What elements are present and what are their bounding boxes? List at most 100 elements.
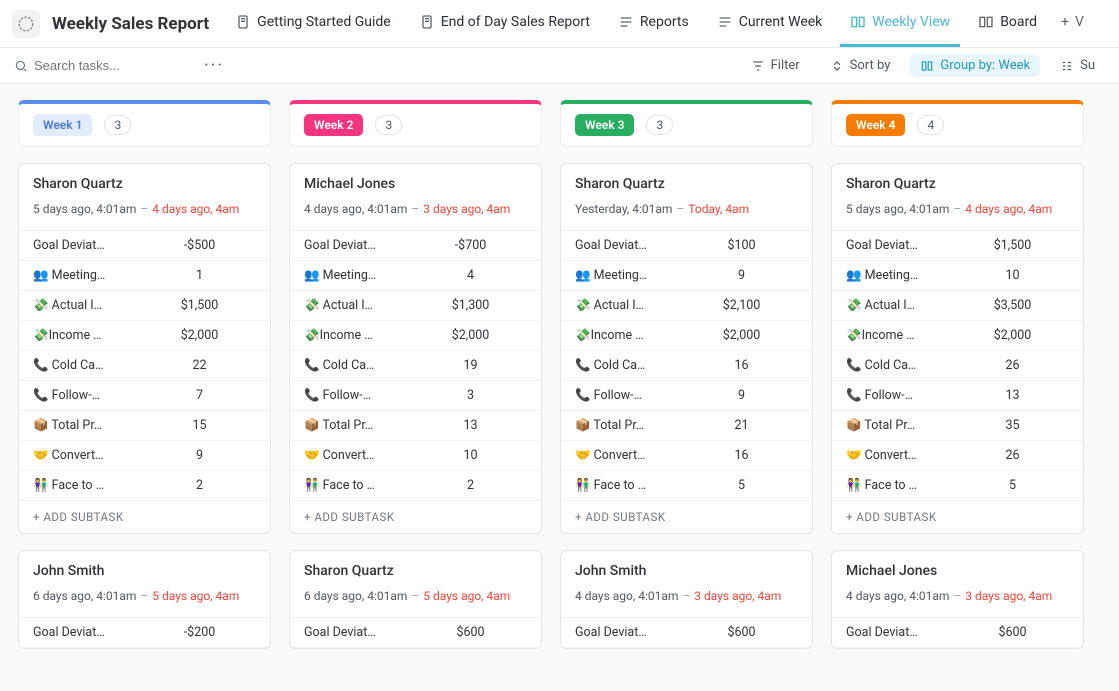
field-row-convert[interactable]: 🤝 Convert…16	[561, 441, 812, 471]
add-view-button[interactable]: + V	[1055, 1, 1090, 47]
field-value: 13	[956, 388, 1069, 403]
field-row-convert[interactable]: 🤝 Convert…10	[290, 441, 541, 471]
task-card[interactable]: Sharon Quartz5 days ago, 4:01am–4 days a…	[18, 163, 271, 534]
field-row-face[interactable]: 👫 Face to …2	[19, 471, 270, 501]
field-row-actual[interactable]: 💸 Actual I…$1,500	[19, 291, 270, 321]
task-card[interactable]: Sharon Quartz6 days ago, 4:01am–5 days a…	[289, 550, 542, 649]
field-value: 2	[143, 478, 256, 493]
start-date: 6 days ago, 4:01am	[33, 589, 136, 603]
task-card[interactable]: Michael Jones4 days ago, 4:01am–3 days a…	[831, 550, 1084, 649]
field-row-meetings[interactable]: 👥 Meeting…4	[290, 261, 541, 291]
end-date: 3 days ago, 4am	[694, 589, 781, 603]
column-header[interactable]: Week 13	[18, 100, 271, 147]
field-value: 9	[143, 448, 256, 463]
dates: 4 days ago, 4:01am–3 days ago, 4am	[846, 589, 1069, 603]
workspace-logo[interactable]	[12, 10, 40, 38]
column-header[interactable]: Week 23	[289, 100, 542, 147]
field-row-convert[interactable]: 🤝 Convert…9	[19, 441, 270, 471]
field-label: 👫 Face to …	[304, 478, 414, 493]
field-row-cold[interactable]: 📞 Cold Ca…22	[19, 351, 270, 381]
field-label: Goal Deviat…	[575, 625, 685, 640]
tab-eod-report[interactable]: End of Day Sales Report	[409, 1, 600, 47]
field-row-goal[interactable]: Goal Deviat…$600	[290, 618, 541, 648]
group-by-button[interactable]: Group by: Week	[910, 54, 1040, 77]
field-label: 👫 Face to …	[33, 478, 143, 493]
tab-getting-started[interactable]: Getting Started Guide	[225, 1, 401, 47]
field-row-follow[interactable]: 📞 Follow-…7	[19, 381, 270, 411]
field-row-income[interactable]: 💸Income …$2,000	[561, 321, 812, 351]
field-row-income[interactable]: 💸Income …$2,000	[19, 321, 270, 351]
field-label: 👥 Meeting…	[304, 268, 414, 283]
task-card[interactable]: Sharon QuartzYesterday, 4:01am–Today, 4a…	[560, 163, 813, 534]
tab-label: Getting Started Guide	[257, 14, 391, 30]
task-card[interactable]: John Smith6 days ago, 4:01am–5 days ago,…	[18, 550, 271, 649]
field-row-goal[interactable]: Goal Deviat…$600	[832, 618, 1083, 648]
field-label: Goal Deviat…	[33, 238, 143, 253]
field-value: 35	[956, 418, 1069, 433]
field-row-meetings[interactable]: 👥 Meeting…9	[561, 261, 812, 291]
sort-button[interactable]: Sort by	[820, 54, 901, 77]
field-label: Goal Deviat…	[304, 238, 414, 253]
add-subtask-button[interactable]: + ADD SUBTASK	[832, 501, 1083, 533]
filter-button[interactable]: Filter	[741, 54, 810, 77]
field-row-goal[interactable]: Goal Deviat…-$200	[19, 618, 270, 648]
field-row-total[interactable]: 📦 Total Pr…35	[832, 411, 1083, 441]
field-row-meetings[interactable]: 👥 Meeting…1	[19, 261, 270, 291]
end-date: 4 days ago, 4am	[152, 202, 239, 216]
field-row-actual[interactable]: 💸 Actual I…$3,500	[832, 291, 1083, 321]
task-card[interactable]: Sharon Quartz5 days ago, 4:01am–4 days a…	[831, 163, 1084, 534]
field-row-total[interactable]: 📦 Total Pr…21	[561, 411, 812, 441]
field-row-convert[interactable]: 🤝 Convert…26	[832, 441, 1083, 471]
field-row-face[interactable]: 👫 Face to …2	[290, 471, 541, 501]
field-row-income[interactable]: 💸Income …$2,000	[290, 321, 541, 351]
subtasks-button[interactable]: Su	[1050, 54, 1105, 77]
field-label: 💸 Actual I…	[33, 298, 143, 313]
column-header[interactable]: Week 33	[560, 100, 813, 147]
field-value: $2,000	[685, 328, 798, 343]
field-row-meetings[interactable]: 👥 Meeting…10	[832, 261, 1083, 291]
field-row-actual[interactable]: 💸 Actual I…$2,100	[561, 291, 812, 321]
field-row-goal[interactable]: Goal Deviat…$100	[561, 231, 812, 261]
column-header[interactable]: Week 44	[831, 100, 1084, 147]
field-row-goal[interactable]: Goal Deviat…-$500	[19, 231, 270, 261]
field-row-goal[interactable]: Goal Deviat…-$700	[290, 231, 541, 261]
field-label: 💸 Actual I…	[304, 298, 414, 313]
field-row-follow[interactable]: 📞 Follow-…9	[561, 381, 812, 411]
field-row-cold[interactable]: 📞 Cold Ca…16	[561, 351, 812, 381]
field-row-face[interactable]: 👫 Face to …5	[561, 471, 812, 501]
tab-reports[interactable]: Reports	[608, 1, 699, 47]
field-row-income[interactable]: 💸Income …$2,000	[832, 321, 1083, 351]
start-date: 4 days ago, 4:01am	[575, 589, 678, 603]
field-row-cold[interactable]: 📞 Cold Ca…19	[290, 351, 541, 381]
more-menu-button[interactable]: ···	[204, 55, 224, 76]
page-title: Weekly Sales Report	[52, 14, 209, 34]
field-row-follow[interactable]: 📞 Follow-…13	[832, 381, 1083, 411]
search-box[interactable]	[14, 58, 194, 73]
tab-board[interactable]: Board	[968, 1, 1047, 47]
field-label: 📦 Total Pr…	[846, 418, 956, 433]
add-subtask-button[interactable]: + ADD SUBTASK	[19, 501, 270, 533]
add-subtask-button[interactable]: + ADD SUBTASK	[290, 501, 541, 533]
topbar: Weekly Sales Report Getting Started Guid…	[0, 0, 1119, 48]
end-date: 5 days ago, 4am	[152, 589, 239, 603]
field-value: $2,000	[956, 328, 1069, 343]
field-list: Goal Deviat…-$200	[19, 617, 270, 648]
tab-weekly-view[interactable]: Weekly View	[840, 1, 960, 47]
field-value: 10	[414, 448, 527, 463]
field-row-follow[interactable]: 📞 Follow-…3	[290, 381, 541, 411]
tab-current-week[interactable]: Current Week	[707, 1, 833, 47]
add-subtask-button[interactable]: + ADD SUBTASK	[561, 501, 812, 533]
task-card[interactable]: Michael Jones4 days ago, 4:01am–3 days a…	[289, 163, 542, 534]
group-label: Group by: Week	[940, 58, 1030, 73]
board-container: Week 13 Sharon Quartz5 days ago, 4:01am–4…	[0, 84, 1119, 691]
search-input[interactable]	[34, 58, 174, 73]
field-row-total[interactable]: 📦 Total Pr…15	[19, 411, 270, 441]
task-card[interactable]: John Smith4 days ago, 4:01am–3 days ago,…	[560, 550, 813, 649]
field-row-goal[interactable]: Goal Deviat…$600	[561, 618, 812, 648]
field-row-total[interactable]: 📦 Total Pr…13	[290, 411, 541, 441]
field-row-cold[interactable]: 📞 Cold Ca…26	[832, 351, 1083, 381]
field-row-actual[interactable]: 💸 Actual I…$1,300	[290, 291, 541, 321]
field-row-face[interactable]: 👫 Face to …5	[832, 471, 1083, 501]
field-row-goal[interactable]: Goal Deviat…$1,500	[832, 231, 1083, 261]
field-label: 🤝 Convert…	[846, 448, 956, 463]
